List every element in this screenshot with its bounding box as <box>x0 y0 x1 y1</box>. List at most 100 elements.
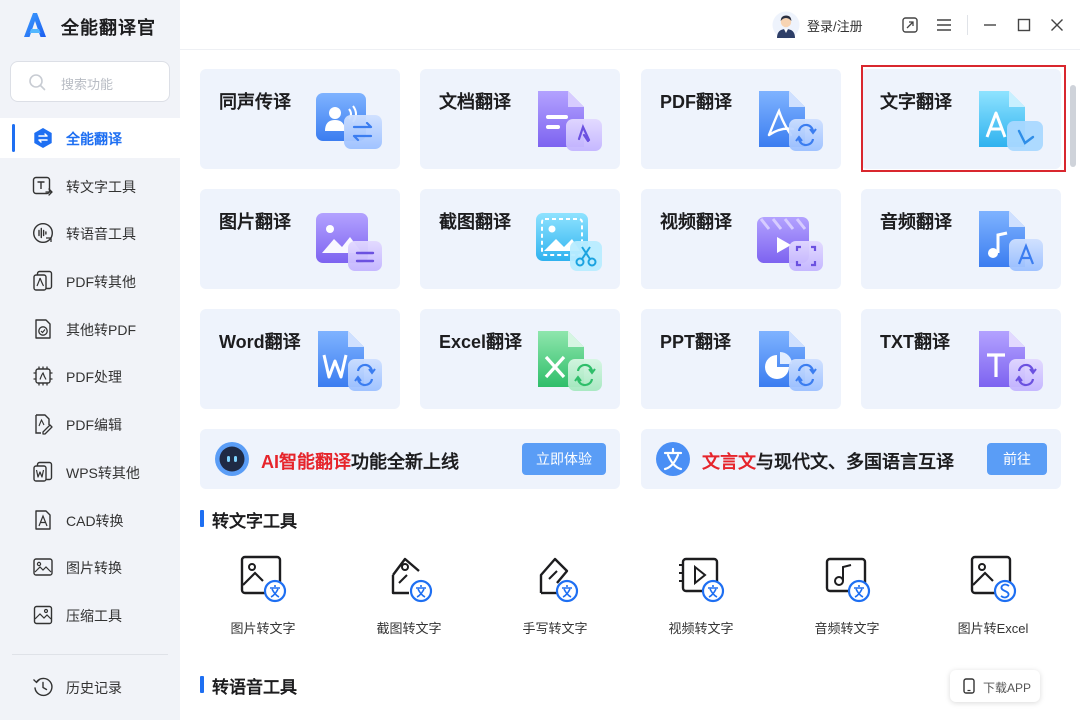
search-box[interactable]: 搜索功能 <box>10 61 170 102</box>
card-label: 视频翻译 <box>660 212 732 232</box>
sidebar-item-label: WPS转其他 <box>66 465 140 481</box>
login-link[interactable]: 登录/注册 <box>807 16 863 35</box>
banner-text: AI智能翻译功能全新上线 <box>261 452 459 472</box>
ppt-translate-icon <box>759 331 823 391</box>
image-translate-icon <box>316 213 382 271</box>
minimize-icon[interactable] <box>978 13 1002 37</box>
image-to-excel-icon <box>970 555 1017 603</box>
sidebar-item-all-translate[interactable]: 全能翻译 <box>0 118 180 158</box>
sidebar-item-voice-tools[interactable]: 转语音工具 <box>0 213 180 253</box>
word-translate-icon <box>318 331 382 391</box>
card-txt-translate[interactable]: TXT翻译 <box>861 309 1061 409</box>
video-translate-icon <box>757 217 823 271</box>
handwriting-to-text-icon <box>539 557 579 603</box>
card-label: 图片翻译 <box>219 212 291 232</box>
sidebar-item-label: PDF转其他 <box>66 274 136 290</box>
sidebar-item-label: PDF处理 <box>66 369 122 385</box>
avatar-icon[interactable] <box>772 11 800 39</box>
pdf-convert-icon <box>33 270 53 291</box>
sidebar-divider <box>12 654 168 655</box>
try-now-button[interactable]: 立即体验 <box>522 443 606 475</box>
to-pdf-icon <box>35 319 51 339</box>
tool-label: 图片转Excel <box>957 621 1029 636</box>
tool-image-to-excel[interactable]: 图片转Excel <box>931 553 1051 643</box>
app-logo-icon <box>24 13 46 37</box>
sidebar: 全能翻译官 搜索功能 全能翻译 转文字工具 转语音工具 PDF转其他 其他转PD… <box>0 0 180 720</box>
sidebar-item-label: 转文字工具 <box>66 179 136 195</box>
image-convert-icon <box>33 558 53 576</box>
sidebar-item-label: CAD转换 <box>66 513 124 529</box>
title-bar-divider <box>967 15 968 35</box>
sidebar-item-label: 历史记录 <box>66 680 122 696</box>
classical-chinese-banner[interactable]: 文言文与现代文、多国语言互译 前往 <box>641 429 1061 489</box>
sidebar-item-cad-convert[interactable]: CAD转换 <box>0 500 180 540</box>
audio-to-text-icon <box>825 557 871 603</box>
card-document-translate[interactable]: 文档翻译 <box>420 69 620 169</box>
tool-video-to-text[interactable]: 视频转文字 <box>639 553 759 643</box>
tool-label: 手写转文字 <box>522 621 588 636</box>
phone-icon <box>963 678 975 694</box>
highlight-frame <box>861 65 1066 172</box>
sidebar-item-image-convert[interactable]: 图片转换 <box>0 547 180 587</box>
tool-image-to-text[interactable]: 图片转文字 <box>201 553 321 643</box>
cad-convert-icon <box>35 510 51 530</box>
tool-screenshot-to-text[interactable]: 截图转文字 <box>347 553 467 643</box>
card-pdf-translate[interactable]: PDF翻译 <box>641 69 841 169</box>
sidebar-item-pdf-to-other[interactable]: PDF转其他 <box>0 261 180 301</box>
banner-text: 文言文与现代文、多国语言互译 <box>702 452 954 472</box>
sidebar-item-label: 全能翻译 <box>66 131 122 147</box>
card-label: 音频翻译 <box>880 212 952 232</box>
card-video-translate[interactable]: 视频翻译 <box>641 189 841 289</box>
robot-icon <box>215 442 249 476</box>
voice-tool-icon <box>32 222 54 244</box>
menu-icon[interactable] <box>932 13 956 37</box>
card-word-translate[interactable]: Word翻译 <box>200 309 400 409</box>
sidebar-item-label: 图片转换 <box>66 560 122 576</box>
ai-translate-banner[interactable]: AI智能翻译功能全新上线 立即体验 <box>200 429 620 489</box>
card-label: 截图翻译 <box>439 212 511 232</box>
sidebar-item-label: 其他转PDF <box>66 322 136 338</box>
audio-translate-icon <box>979 211 1043 271</box>
sidebar-item-label: 压缩工具 <box>66 608 122 624</box>
sidebar-item-text-tools[interactable]: 转文字工具 <box>0 166 180 206</box>
close-icon[interactable] <box>1045 13 1069 37</box>
simultaneous-interpretation-icon <box>316 93 382 149</box>
search-placeholder: 搜索功能 <box>61 77 114 92</box>
sidebar-item-compress[interactable]: 压缩工具 <box>0 595 180 635</box>
video-to-text-icon <box>679 557 725 603</box>
go-button[interactable]: 前往 <box>987 443 1047 475</box>
scrollbar-thumb[interactable] <box>1070 85 1076 167</box>
card-label: TXT翻译 <box>880 332 950 352</box>
card-label: Excel翻译 <box>439 332 523 352</box>
card-excel-translate[interactable]: Excel翻译 <box>420 309 620 409</box>
card-label: 文档翻译 <box>439 92 511 112</box>
sidebar-item-wps-to-other[interactable]: WPS转其他 <box>0 452 180 492</box>
text-tool-icon <box>32 176 53 196</box>
tool-label: 截图转文字 <box>376 621 442 636</box>
section-title-text-tools: 转文字工具 <box>200 507 297 532</box>
tool-handwriting-to-text[interactable]: 手写转文字 <box>493 553 613 643</box>
sidebar-item-pdf-process[interactable]: PDF处理 <box>0 356 180 396</box>
card-audio-translate[interactable]: 音频翻译 <box>861 189 1061 289</box>
pdf-edit-icon <box>35 414 53 435</box>
sidebar-item-label: PDF编辑 <box>66 417 122 433</box>
maximize-icon[interactable] <box>1012 13 1036 37</box>
card-simultaneous-interpretation[interactable]: 同声传译 <box>200 69 400 169</box>
card-ppt-translate[interactable]: PPT翻译 <box>641 309 841 409</box>
tool-label: 图片转文字 <box>230 621 296 636</box>
card-screenshot-translate[interactable]: 截图翻译 <box>420 189 620 289</box>
document-translate-icon <box>538 91 602 151</box>
download-app-button[interactable]: 下载APP <box>950 670 1040 702</box>
card-image-translate[interactable]: 图片翻译 <box>200 189 400 289</box>
sidebar-item-pdf-edit[interactable]: PDF编辑 <box>0 404 180 444</box>
excel-translate-icon <box>538 331 602 391</box>
translate-icon <box>34 128 52 148</box>
image-to-text-icon <box>240 555 287 603</box>
sidebar-item-label: 转语音工具 <box>66 226 136 242</box>
download-label: 下载APP <box>983 681 1032 695</box>
sidebar-item-other-to-pdf[interactable]: 其他转PDF <box>0 309 180 349</box>
mini-mode-icon[interactable] <box>898 13 922 37</box>
sidebar-item-history[interactable]: 历史记录 <box>0 667 180 707</box>
screenshot-translate-icon <box>536 213 602 271</box>
tool-audio-to-text[interactable]: 音频转文字 <box>785 553 905 643</box>
